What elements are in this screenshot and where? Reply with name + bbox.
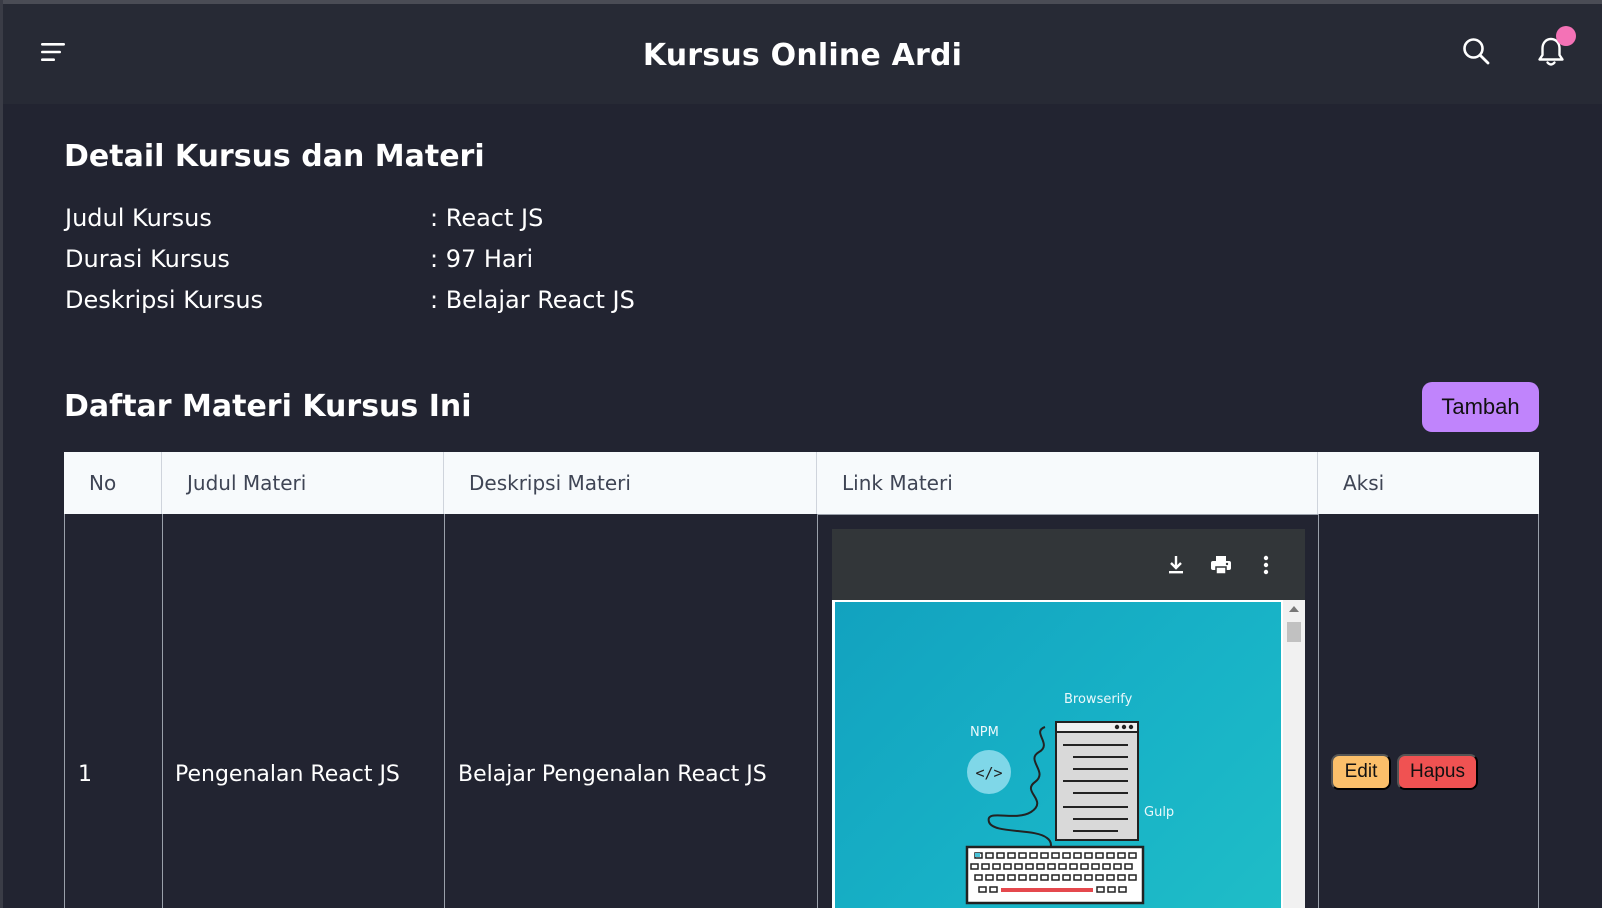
notification-dot (1556, 26, 1576, 46)
detail-heading: Detail Kursus dan Materi (64, 139, 485, 174)
detail-label-judul: Judul Kursus (65, 204, 212, 232)
column-header-judul: Judul Materi (162, 452, 444, 514)
download-icon[interactable] (1164, 553, 1188, 577)
column-header-deskripsi: Deskripsi Materi (444, 452, 817, 514)
cell-deskripsi: Belajar Pengenalan React JS (458, 762, 767, 787)
link-cell-border (817, 514, 1319, 515)
detail-value-durasi: : 97 Hari (430, 245, 534, 273)
detail-label-durasi: Durasi Kursus (65, 245, 230, 273)
table-header: No Judul Materi Deskripsi Materi Link Ma… (64, 452, 1539, 514)
cell-judul: Pengenalan React JS (175, 762, 400, 787)
more-vertical-icon[interactable] (1254, 553, 1278, 577)
hamburger-icon[interactable] (39, 40, 67, 64)
navbar: Kursus Online Ardi (3, 4, 1602, 104)
label-npm: NPM (970, 725, 999, 740)
label-gulp: Gulp (1144, 805, 1175, 820)
scroll-thumb[interactable] (1287, 622, 1301, 642)
table-border (817, 514, 818, 908)
pdf-scrollbar[interactable] (1283, 600, 1305, 908)
detail-value-judul: : React JS (430, 204, 544, 232)
svg-text:</>: </> (975, 764, 1002, 782)
scroll-up-arrow-icon[interactable] (1289, 606, 1299, 612)
column-header-aksi: Aksi (1343, 471, 1385, 495)
detail-value-deskripsi: : Belajar React JS (430, 286, 635, 314)
add-materi-button[interactable]: Tambah (1422, 382, 1539, 432)
pdf-viewer[interactable]: </> Browserify NPM Gulp (832, 529, 1305, 908)
print-icon[interactable] (1209, 553, 1233, 577)
delete-button[interactable]: Hapus (1397, 754, 1478, 790)
column-header-link: Link Materi (817, 452, 1318, 514)
table-border (1318, 514, 1319, 908)
materi-heading: Daftar Materi Kursus Ini (64, 389, 472, 424)
table-border (162, 514, 163, 908)
window-left-border (0, 0, 3, 908)
table-border (444, 514, 445, 908)
edit-button[interactable]: Edit (1331, 754, 1391, 790)
column-header-no: No (64, 452, 162, 514)
cell-no: 1 (78, 762, 92, 787)
table-border (64, 514, 65, 908)
table-border (1538, 514, 1539, 908)
search-icon[interactable] (1461, 36, 1491, 66)
pdf-toolbar (832, 529, 1305, 600)
app-title: Kursus Online Ardi (642, 38, 963, 73)
label-browserify: Browserify (1064, 692, 1133, 707)
pdf-page-illustration: </> Browserify NPM Gulp (835, 602, 1281, 908)
detail-label-deskripsi: Deskripsi Kursus (65, 286, 264, 314)
